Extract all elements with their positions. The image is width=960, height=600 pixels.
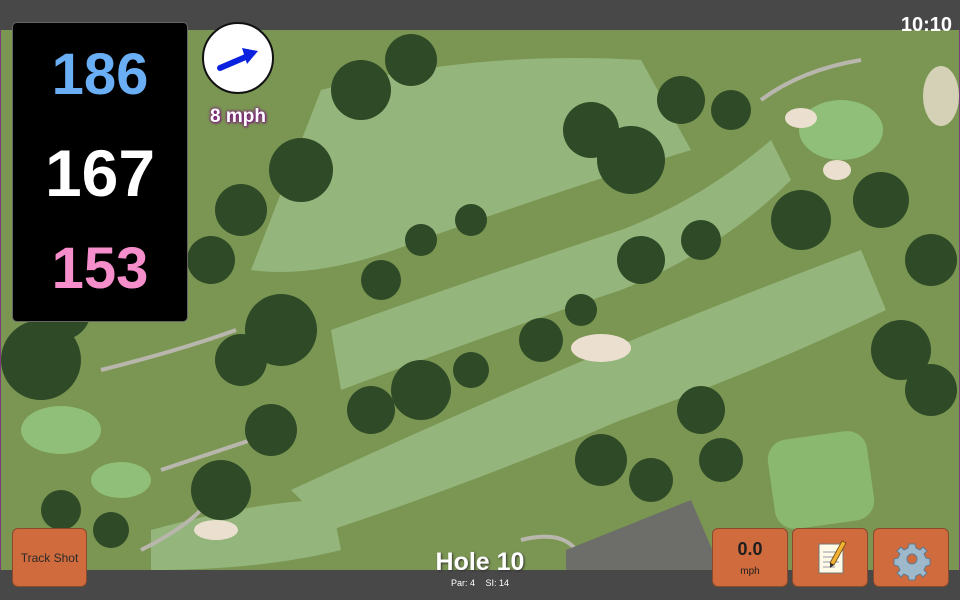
hole-info: Par: 4 SI: 14 bbox=[380, 578, 580, 588]
notepad-icon bbox=[818, 540, 847, 574]
wind-arrow-icon bbox=[217, 48, 258, 71]
notes-button[interactable] bbox=[792, 528, 868, 587]
center-yardage: 167 bbox=[44, 136, 156, 210]
speed-value: 0.0 bbox=[737, 539, 763, 559]
clock: 10:10 bbox=[900, 14, 952, 36]
front-yardage: 153 bbox=[51, 236, 149, 301]
speed-button[interactable]: 0.0 mph bbox=[712, 528, 788, 587]
hole-title: Hole 10 bbox=[435, 548, 525, 576]
track-shot-label: Track Shot bbox=[20, 550, 79, 565]
speed-unit: mph bbox=[740, 566, 760, 577]
back-yardage: 186 bbox=[51, 42, 149, 107]
wind-indicator[interactable] bbox=[202, 22, 274, 94]
gear-icon bbox=[893, 543, 931, 581]
settings-button[interactable] bbox=[873, 528, 949, 587]
track-shot-button[interactable]: Track Shot bbox=[12, 528, 87, 587]
yardage-panel: 186 167 153 bbox=[12, 22, 188, 322]
hole-par: Par: 4 bbox=[450, 578, 475, 588]
hole-stroke-index: SI: 14 bbox=[485, 578, 510, 588]
wind-speed: 8 mph bbox=[210, 106, 266, 127]
